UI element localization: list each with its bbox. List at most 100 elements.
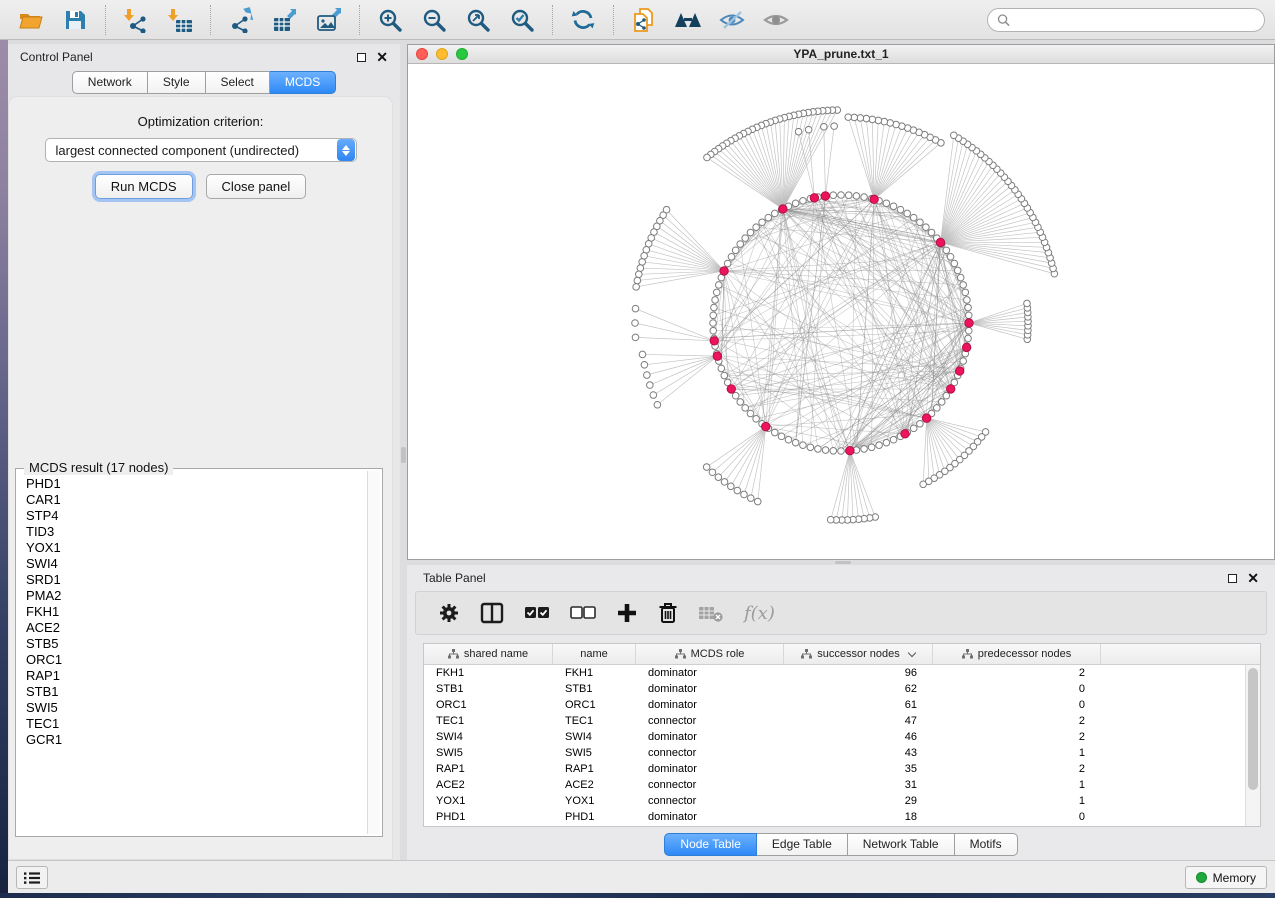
mcds-result-item[interactable]: CAR1	[26, 492, 366, 508]
ring-node[interactable]	[960, 358, 967, 365]
ring-node[interactable]	[897, 206, 904, 213]
ring-node[interactable]	[951, 260, 958, 267]
vertical-splitter[interactable]	[400, 44, 407, 860]
ring-node[interactable]	[957, 274, 964, 281]
ring-node[interactable]	[954, 267, 961, 274]
ring-node[interactable]	[964, 297, 971, 304]
leaf-node[interactable]	[831, 123, 838, 130]
mcds-result-item[interactable]: FKH1	[26, 604, 366, 620]
tab-mcds[interactable]: MCDS	[270, 71, 336, 94]
show-all-button[interactable]	[755, 4, 797, 36]
first-neighbors-button[interactable]	[667, 4, 709, 36]
import-network-button[interactable]	[115, 4, 157, 36]
mcds-result-item[interactable]: RAP1	[26, 668, 366, 684]
leaf-node[interactable]	[747, 495, 754, 502]
leaf-node[interactable]	[647, 382, 654, 389]
leaf-node[interactable]	[639, 351, 646, 358]
mcds-result-item[interactable]: STB1	[26, 684, 366, 700]
zoom-selected-button[interactable]	[501, 4, 543, 36]
mcds-hub-node[interactable]	[947, 385, 955, 393]
mcds-result-item[interactable]: SRD1	[26, 572, 366, 588]
ring-node[interactable]	[830, 447, 837, 454]
ring-node[interactable]	[868, 444, 875, 451]
ring-node[interactable]	[710, 320, 717, 327]
leaf-node[interactable]	[709, 469, 716, 476]
leaf-node[interactable]	[632, 305, 639, 312]
ring-node[interactable]	[718, 365, 725, 372]
ring-node[interactable]	[830, 192, 837, 199]
network-window-titlebar[interactable]: YPA_prune.txt_1	[408, 45, 1274, 64]
leaf-node[interactable]	[644, 372, 651, 379]
ring-node[interactable]	[838, 192, 845, 199]
leaf-node[interactable]	[805, 126, 812, 133]
mcds-result-item[interactable]: STP4	[26, 508, 366, 524]
ring-node[interactable]	[710, 327, 717, 334]
ring-node[interactable]	[711, 304, 718, 311]
ring-node[interactable]	[715, 282, 722, 289]
ring-node[interactable]	[721, 372, 728, 379]
mcds-result-item[interactable]: YOX1	[26, 540, 366, 556]
leaf-node[interactable]	[633, 284, 640, 291]
leaf-node[interactable]	[1024, 300, 1031, 307]
table-scrollbar[interactable]	[1245, 665, 1260, 826]
ring-node[interactable]	[759, 219, 766, 226]
ring-node[interactable]	[807, 444, 814, 451]
ring-node[interactable]	[753, 224, 760, 231]
leaf-node[interactable]	[821, 123, 828, 130]
ring-node[interactable]	[800, 442, 807, 449]
float-panel-icon[interactable]	[357, 53, 366, 62]
ring-node[interactable]	[713, 289, 720, 296]
ring-node[interactable]	[883, 439, 890, 446]
mcds-result-item[interactable]: PMA2	[26, 588, 366, 604]
table-row[interactable]: PHD1PHD1dominator180	[424, 809, 1260, 825]
ring-node[interactable]	[838, 448, 845, 455]
table-row[interactable]: TEC1TEC1connector472	[424, 713, 1260, 729]
mcds-result-item[interactable]: ORC1	[26, 652, 366, 668]
leaf-node[interactable]	[734, 487, 741, 494]
new-network-from-selection-button[interactable]	[623, 4, 665, 36]
ring-node[interactable]	[962, 289, 969, 296]
close-panel-button[interactable]: Close panel	[206, 174, 307, 199]
ring-node[interactable]	[742, 235, 749, 242]
leaf-node[interactable]	[741, 491, 748, 498]
ring-node[interactable]	[965, 335, 972, 342]
create-column-button[interactable]	[616, 598, 638, 628]
splitter-handle[interactable]	[835, 561, 851, 564]
leaf-node[interactable]	[881, 118, 888, 125]
ring-node[interactable]	[934, 405, 941, 412]
export-table-button[interactable]	[264, 4, 306, 36]
ring-node[interactable]	[890, 203, 897, 210]
ring-node[interactable]	[792, 439, 799, 446]
mcds-hub-node[interactable]	[821, 192, 829, 200]
ring-node[interactable]	[853, 193, 860, 200]
mcds-hub-node[interactable]	[810, 194, 818, 202]
ring-node[interactable]	[778, 433, 785, 440]
leaf-node[interactable]	[827, 516, 834, 523]
leaf-node[interactable]	[703, 464, 710, 471]
mcds-result-item[interactable]: STB5	[26, 636, 366, 652]
column-header-name[interactable]: name	[553, 644, 636, 664]
float-panel-icon[interactable]	[1228, 574, 1237, 583]
ring-node[interactable]	[822, 447, 829, 454]
mcds-hub-node[interactable]	[720, 267, 728, 275]
mcds-hub-node[interactable]	[922, 414, 930, 422]
ring-node[interactable]	[910, 425, 917, 432]
ring-node[interactable]	[724, 260, 731, 267]
ring-node[interactable]	[910, 214, 917, 221]
mcds-hub-node[interactable]	[870, 195, 878, 203]
ring-node[interactable]	[792, 200, 799, 207]
ring-node[interactable]	[747, 410, 754, 417]
ring-node[interactable]	[712, 297, 719, 304]
tab-node-table[interactable]: Node Table	[664, 833, 757, 856]
leaf-node[interactable]	[721, 479, 728, 486]
leaf-node[interactable]	[650, 392, 657, 399]
leaf-node[interactable]	[795, 128, 802, 135]
table-row[interactable]: SWI4SWI4dominator462	[424, 729, 1260, 745]
ring-node[interactable]	[728, 253, 735, 260]
ring-node[interactable]	[710, 312, 717, 319]
column-header-MCDS-role[interactable]: MCDS role	[636, 644, 784, 664]
network-canvas[interactable]	[408, 64, 1274, 559]
export-network-button[interactable]	[220, 4, 262, 36]
ring-node[interactable]	[917, 219, 924, 226]
table-row[interactable]: STB1STB1dominator620	[424, 681, 1260, 697]
